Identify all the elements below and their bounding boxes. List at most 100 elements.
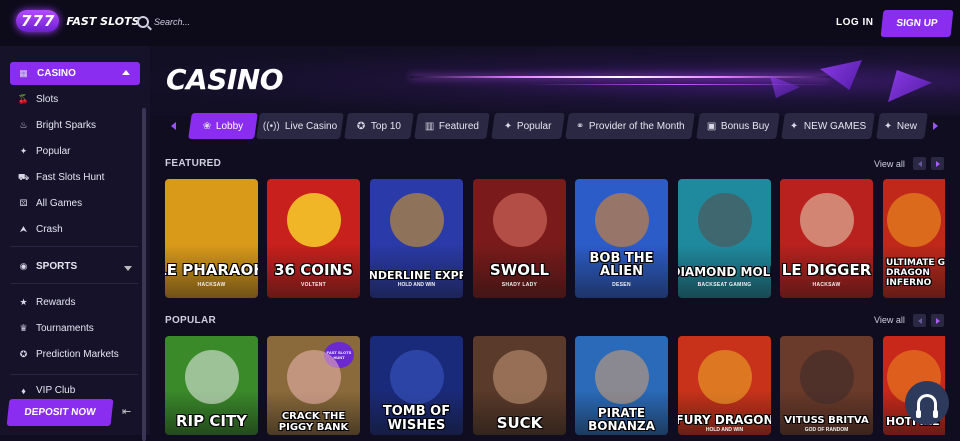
sidebar-item-fast-slots-hunt[interactable]: ⛟ Fast Slots Hunt [17,171,105,184]
broadcast-icon: ((•)) [262,120,280,132]
game-art [594,193,649,247]
game-title: THUNDERLINE EXPRESS [370,269,463,282]
logo-text: FAST SLOTS [66,14,140,28]
tab-lobby[interactable]: ❀ Lobby [188,113,258,139]
popular-prev-button[interactable] [913,314,926,327]
game-card[interactable]: BOB THE ALIEN DESEN [575,179,668,298]
sidebar-item-bright-sparks[interactable]: ♨ Bright Sparks [18,120,96,131]
banner-light-beam [410,76,830,78]
fast-slots-logo[interactable]: 7 7 7 FAST SLOTS [16,10,140,32]
game-title: LE PHARAOH [165,261,258,279]
tab-new[interactable]: ✦ New [876,113,928,139]
chevron-left-icon [917,317,922,324]
game-card[interactable]: TOMB OF WISHES [370,336,463,435]
sidebar-item-prediction-markets[interactable]: ✪ Prediction Markets [18,349,119,360]
logo-digit: 7 [32,12,43,30]
tab-live-casino[interactable]: ((•)) Live Casino [256,113,344,139]
sidebar-item-rewards[interactable]: ★ Rewards [18,297,75,308]
support-chat-button[interactable] [905,381,949,425]
sidebar-item-vip-club[interactable]: ♦ VIP Club [18,385,75,396]
section-title-popular: POPULAR [165,315,216,326]
tabs-next-icon[interactable] [933,122,938,130]
game-art [492,350,547,404]
chevron-right-icon [935,160,940,167]
sidebar-item-label: Crash [36,224,63,235]
game-subtitle: HOLD AND WIN [705,427,744,433]
sidebar-scrollbar[interactable] [142,108,146,441]
tab-bonus-buy[interactable]: ▣ Bonus Buy [696,113,780,139]
tab-new-games[interactable]: ✦ NEW GAMES [781,113,875,139]
tab-popular[interactable]: ✦ Popular [491,113,565,139]
popular-next-button[interactable] [931,314,944,327]
game-card[interactable]: DIAMOND MOLE BACKSEAT GAMING [678,179,771,298]
signup-button[interactable]: SIGN UP [880,10,954,37]
game-art [286,350,341,404]
game-art [594,350,649,404]
sidebar-item-tournaments[interactable]: ♛ Tournaments [18,323,93,334]
divider [10,374,138,375]
medal-icon: ✪ [19,349,28,359]
featured-view-all-link[interactable]: View all [874,159,905,169]
game-art [184,350,239,404]
sparkle-icon: ✦ [884,120,893,132]
tab-provider-of-the-month[interactable]: ⚭ Provider of the Month [565,113,695,139]
game-art [492,193,547,247]
collapse-sidebar-icon[interactable]: ⇤ [122,405,131,418]
game-title: PIRATE BONANZA [588,406,655,433]
search-bar[interactable] [137,16,274,28]
game-provider: VOLTENT [300,282,327,288]
game-card[interactable]: THUNDERLINE EXPRESS HOLD AND WIN [370,179,463,298]
game-card[interactable]: LE DIGGER HACKSAW [780,179,873,298]
sidebar-item-label: Popular [36,146,71,157]
featured-prev-button[interactable] [913,157,926,170]
game-card[interactable]: LE PHARAOH HACKSAW [165,179,258,298]
hunt-icon: ⛟ [17,171,30,182]
sidebar-item-casino[interactable]: ▦ CASINO [10,62,140,85]
chevron-down-icon[interactable] [124,266,132,271]
sidebar-item-popular[interactable]: ✦ Popular [18,146,71,157]
game-card[interactable]: ULTIMATE GOLD DRAGON INFERNO [883,179,945,298]
sidebar: ▦ CASINO 🍒 Slots ♨ Bright Sparks ✦ Popul… [0,46,150,441]
game-card[interactable]: FURY DRAGON HOLD AND WIN [678,336,771,435]
tab-label: Provider of the Month [588,120,685,132]
search-input[interactable] [154,17,274,27]
popular-view-all-link[interactable]: View all [874,315,905,325]
chevron-right-icon [935,317,940,324]
sidebar-item-label: Rewards [36,297,76,308]
sidebar-item-label: VIP Club [36,385,76,396]
featured-next-button[interactable] [931,157,944,170]
sidebar-item-slots[interactable]: 🍒 Slots [18,94,58,105]
sidebar-item-sports[interactable]: ◉ SPORTS [18,261,138,272]
tab-label: New [897,120,918,132]
sidebar-item-all-games[interactable]: ⚄ All Games [18,198,83,209]
chevron-up-icon[interactable] [122,70,130,75]
tab-top-10[interactable]: ✪ Top 10 [344,113,414,139]
game-provider: DESEN [612,282,631,288]
deposit-now-button[interactable]: DEPOSIT NOW [6,399,114,426]
headset-icon [916,394,938,418]
category-tabs: ❀ Lobby ((•)) Live Casino ✪ Top 10 ▥ Feature… [150,113,960,139]
game-card[interactable]: PIRATE BONANZA [575,336,668,435]
game-title: BOB THE ALIEN [589,251,654,279]
sidebar-item-crash[interactable]: ⮝ Crash [18,224,63,235]
signup-label: SIGN UP [895,18,939,29]
game-title: SUCK [496,414,543,432]
top-bar: 7 7 7 FAST SLOTS LOG IN SIGN UP [0,0,960,46]
game-title: CRACK THE PIGGY BANK [278,411,349,433]
game-card[interactable]: FAST SLOTS HUNT CRACK THE PIGGY BANK [267,336,360,435]
game-title: FURY DRAGON [678,413,771,427]
game-card[interactable]: SUCK [473,336,566,435]
game-card[interactable]: RIP CITY [165,336,258,435]
tab-featured[interactable]: ▥ Featured [414,113,490,139]
dice-icon: ⚄ [19,198,28,208]
sparkle-icon: ✦ [19,146,28,156]
banner-shard [770,76,800,98]
tabs-prev-icon[interactable] [171,122,176,130]
banner-shard [820,60,862,90]
game-card[interactable]: VITUSS BRITVA GOD OF RANDOM [780,336,873,435]
game-title: VITUSS BRITVA [784,415,869,426]
game-card[interactable]: 36 COINS VOLTENT [267,179,360,298]
game-card[interactable]: SWOLL SHADY LADY [473,179,566,298]
logo-digit: 7 [21,12,32,30]
login-button[interactable]: LOG IN [836,17,873,28]
